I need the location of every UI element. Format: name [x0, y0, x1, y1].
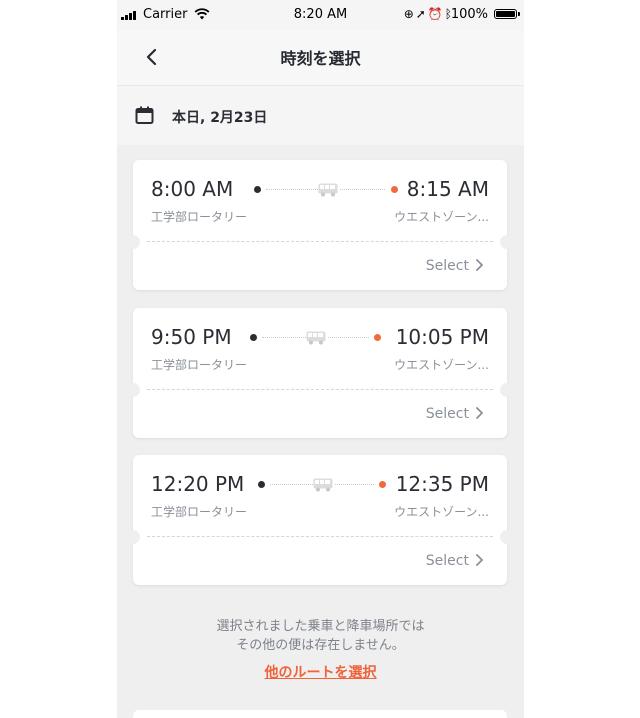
depart-dot-icon	[258, 481, 265, 488]
chevron-right-icon	[475, 554, 484, 570]
depart-stop: 工学部ロータリー	[151, 210, 248, 224]
select-button[interactable]: Select	[425, 406, 484, 423]
trip-list: 8:00 AM 8:15 AM 工学部ロータリー ウエストゾーン... Sele…	[117, 145, 524, 718]
depart-dot-icon	[254, 186, 261, 193]
trip-card[interactable]: 8:00 AM 8:15 AM 工学部ロータリー ウエストゾーン... Sele…	[126, 160, 514, 290]
depart-time: 8:00 AM	[151, 177, 234, 201]
next-card-peek	[133, 710, 507, 718]
calendar-icon	[135, 106, 154, 124]
select-button[interactable]: Select	[425, 553, 484, 570]
depart-time: 12:20 PM	[151, 472, 245, 496]
location-icon: ➚	[415, 7, 428, 21]
arrive-dot-icon	[391, 186, 398, 193]
arrive-time: 12:35 PM	[395, 472, 489, 496]
trip-card[interactable]: 12:20 PM 12:35 PM 工学部ロータリー ウエストゾーン... Se…	[126, 455, 514, 585]
phone-screen: Carrier 8:20 AM ⊕➚⏰ᛒ 100% 時刻を選択 本日, 2月23…	[117, 0, 524, 718]
ticket-notch	[500, 235, 514, 249]
select-label: Select	[425, 553, 469, 569]
arrive-stop: ウエストゾーン...	[394, 210, 489, 224]
no-more-trips-note: 選択されました乗車と降車場所では その他の便は存在しません。	[117, 617, 524, 655]
route-line	[266, 189, 318, 190]
bus-icon	[318, 182, 338, 197]
arrive-time: 8:15 AM	[406, 177, 489, 201]
chevron-right-icon	[475, 259, 484, 275]
select-button[interactable]: Select	[425, 258, 484, 275]
ticket-notch	[126, 530, 140, 544]
chevron-right-icon	[475, 407, 484, 423]
ticket-notch	[126, 383, 140, 397]
alarm-icon: ⏰	[427, 7, 445, 21]
battery-icon	[494, 9, 520, 19]
arrive-time: 10:05 PM	[395, 325, 489, 349]
trip-card[interactable]: 9:50 PM 10:05 PM 工学部ロータリー ウエストゾーン... Sel…	[126, 308, 514, 438]
note-line: 選択されました乗車と降車場所では	[216, 619, 425, 634]
route-line	[335, 484, 374, 485]
status-bar: Carrier 8:20 AM ⊕➚⏰ᛒ 100%	[117, 0, 524, 30]
route-line	[270, 484, 313, 485]
arrive-stop: ウエストゾーン...	[394, 505, 489, 519]
depart-stop: 工学部ロータリー	[151, 505, 248, 519]
nav-bar: 時刻を選択	[117, 30, 524, 86]
other-route-link[interactable]: 他のルートを選択	[117, 662, 524, 682]
system-status-icons: ⊕➚⏰ᛒ	[404, 7, 454, 21]
battery-percentage: 100%	[450, 7, 488, 22]
page-title: 時刻を選択	[280, 49, 361, 68]
depart-time: 9:50 PM	[151, 325, 232, 349]
depart-stop: 工学部ロータリー	[151, 358, 248, 372]
arrive-dot-icon	[374, 334, 381, 341]
orientation-lock-icon: ⊕	[403, 7, 416, 21]
ticket-notch	[500, 530, 514, 544]
bus-icon	[306, 330, 326, 345]
route-line	[262, 337, 306, 338]
arrive-stop: ウエストゾーン...	[394, 358, 489, 372]
note-line: その他の便は存在しません。	[236, 638, 405, 653]
route-line	[328, 337, 369, 338]
depart-dot-icon	[250, 334, 257, 341]
ticket-divider	[147, 241, 493, 242]
date-row[interactable]: 本日, 2月23日	[117, 86, 524, 144]
bus-icon	[313, 477, 333, 492]
ticket-notch	[500, 383, 514, 397]
ticket-divider	[147, 536, 493, 537]
select-label: Select	[425, 406, 469, 422]
ticket-divider	[147, 389, 493, 390]
select-label: Select	[425, 258, 469, 274]
ticket-notch	[126, 235, 140, 249]
date-label: 本日, 2月23日	[172, 110, 268, 126]
arrive-dot-icon	[379, 481, 386, 488]
route-line	[340, 189, 385, 190]
